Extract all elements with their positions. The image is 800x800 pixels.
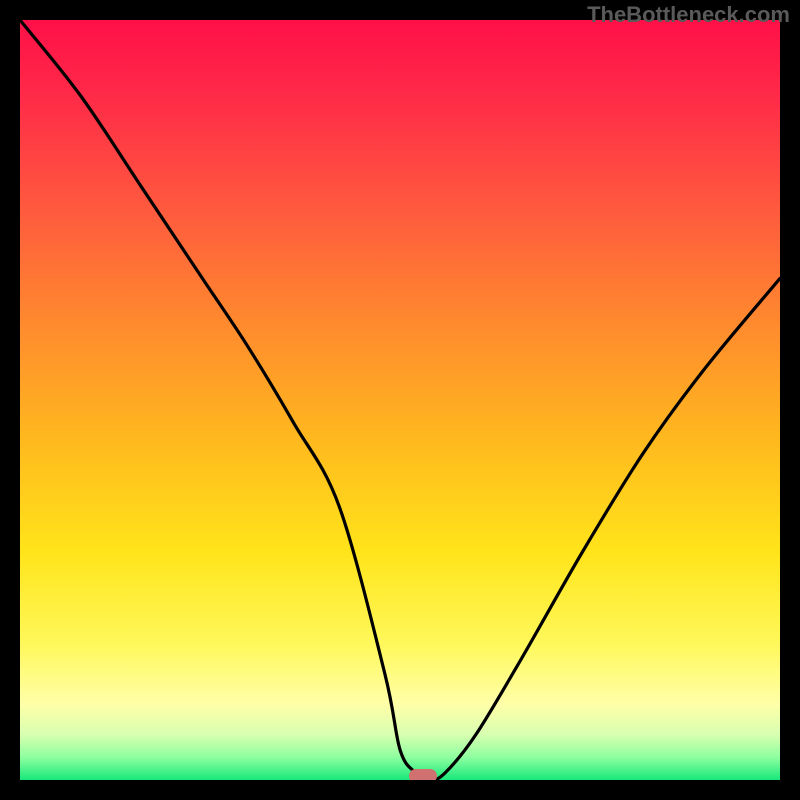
curve-path <box>20 20 780 780</box>
plot-area <box>20 20 780 780</box>
watermark-text: TheBottleneck.com <box>587 2 790 28</box>
chart-frame: TheBottleneck.com <box>0 0 800 800</box>
bottleneck-curve <box>20 20 780 780</box>
optimal-point-marker <box>409 769 437 780</box>
